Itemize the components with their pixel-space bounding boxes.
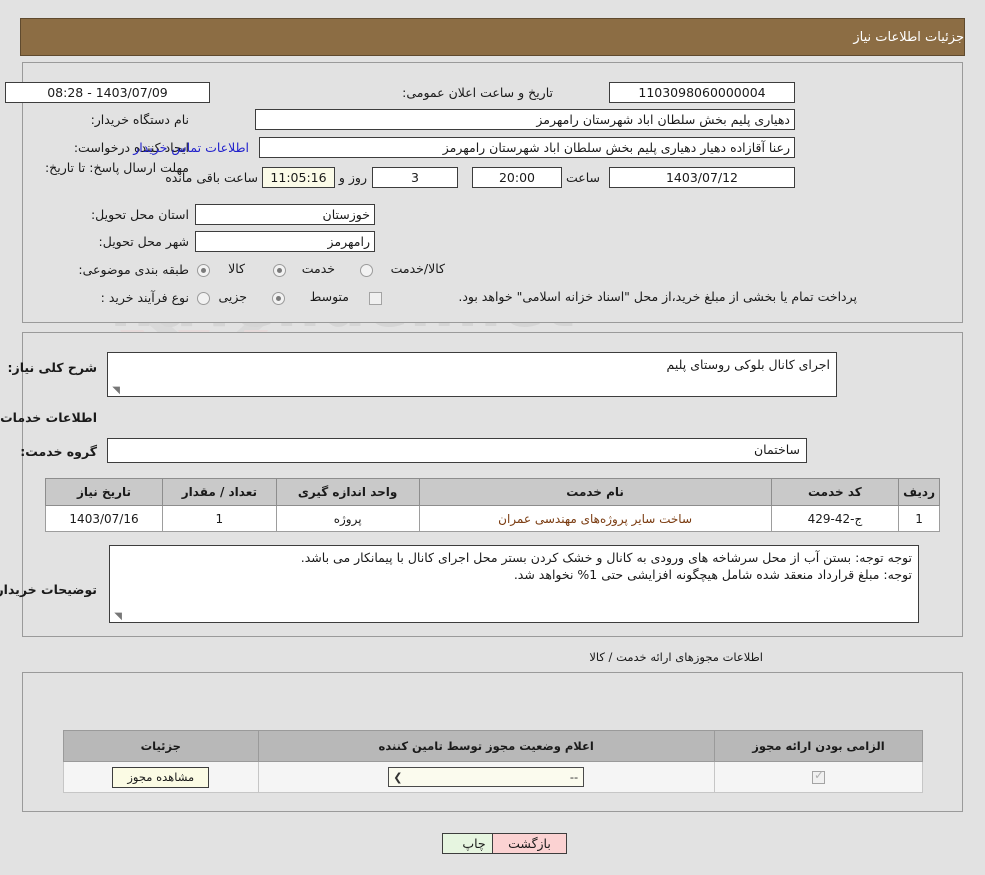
th-date: تاریخ نیاز — [46, 479, 163, 506]
th-unit: واحد اندازه گیری — [276, 479, 419, 506]
th-row: ردیف — [899, 479, 940, 506]
buyer-notes-textarea[interactable]: توجه توجه: بستن آب از محل سرشاخه های ورو… — [109, 545, 919, 623]
need-description-label: شرح کلی نیاز: — [8, 360, 97, 375]
buyer-notes-line-1: توجه توجه: بستن آب از محل سرشاخه های ورو… — [116, 549, 912, 566]
license-required-checkbox — [812, 771, 825, 784]
delivery-province-label: استان محل تحویل: — [91, 207, 189, 222]
remaining-days-label: روز و — [339, 170, 367, 185]
need-description-textarea[interactable]: اجرای کانال بلوکی روستای پلیم ◥ — [107, 352, 837, 397]
back-button[interactable]: بازگشت — [492, 833, 567, 854]
deadline-date-value: 1403/07/12 — [609, 167, 795, 188]
radio-category-khedmat[interactable] — [273, 264, 286, 277]
th-license-status: اعلام وضعیت مجوز توسط تامین کننده — [258, 731, 714, 762]
announce-value: 1403/07/09 - 08:28 — [5, 82, 210, 103]
deadline-hour-label: ساعت — [566, 170, 600, 185]
td-date: 1403/07/16 — [46, 506, 163, 532]
td-unit: پروژه — [276, 506, 419, 532]
th-license-required: الزامی بودن ارائه مجوز — [714, 731, 922, 762]
buyer-notes-label: توضیحات خریدار: — [0, 582, 97, 597]
td-name: ساخت سایر پروژه‌های مهندسی عمران — [419, 506, 771, 532]
purchase-process-label: نوع فرآیند خرید : — [101, 290, 189, 305]
td-code: ج-42-429 — [771, 506, 898, 532]
window-title-bar: جزئیات اطلاعات نیاز — [20, 18, 965, 56]
remaining-time-value: 11:05:16 — [262, 167, 335, 188]
need-description-value: اجرای کانال بلوکی روستای پلیم — [667, 357, 830, 372]
deadline-hour-value: 20:00 — [472, 167, 562, 188]
subject-category-label: طبقه بندی موضوعی: — [78, 262, 189, 277]
th-license-details: جزئیات — [64, 731, 259, 762]
services-table: ردیف کد خدمت نام خدمت واحد اندازه گیری ت… — [45, 478, 940, 532]
chevron-down-icon: ❯ — [393, 769, 402, 787]
radio-category-khedmat-label: خدمت — [302, 261, 335, 276]
buyer-org-label: نام دستگاه خریدار: — [91, 112, 189, 127]
resize-grip-icon[interactable]: ◥ — [111, 386, 120, 395]
radio-process-motavaset[interactable] — [272, 292, 285, 305]
need-number-value: 1103098060000004 — [609, 82, 795, 103]
page-title: جزئیات اطلاعات نیاز — [853, 30, 964, 45]
services-section-heading: اطلاعات خدمات مورد نیاز — [0, 410, 97, 425]
licenses-table-header-row: الزامی بودن ارائه مجوز اعلام وضعیت مجوز … — [64, 731, 923, 762]
resize-grip-icon[interactable]: ◥ — [113, 612, 122, 621]
th-qty: تعداد / مقدار — [163, 479, 277, 506]
buyer-contact-link[interactable]: اطلاعات تماس خریدار — [133, 140, 249, 155]
table-row: 1 ج-42-429 ساخت سایر پروژه‌های مهندسی عم… — [46, 506, 940, 532]
remaining-suffix-label: ساعت باقی مانده — [165, 170, 258, 185]
services-table-header-row: ردیف کد خدمت نام خدمت واحد اندازه گیری ت… — [46, 479, 940, 506]
license-status-value: -- — [570, 770, 578, 784]
license-status-select[interactable]: ❯ -- — [388, 767, 584, 787]
announce-label: تاریخ و ساعت اعلان عمومی: — [402, 85, 553, 100]
delivery-city-label: شهر محل تحویل: — [99, 234, 189, 249]
td-license-details: مشاهده مجوز — [64, 762, 259, 793]
delivery-city-value: رامهرمز — [195, 231, 375, 252]
buyer-org-value: دهیاری پلیم بخش سلطان اباد شهرستان رامهر… — [255, 109, 795, 130]
licenses-section-note: اطلاعات مجوزهای ارائه خدمت / کالا — [589, 650, 763, 664]
radio-process-motavaset-label: متوسط — [310, 289, 349, 304]
delivery-province-value: خوزستان — [195, 204, 375, 225]
td-row: 1 — [899, 506, 940, 532]
checkbox-treasury-bonds[interactable] — [369, 292, 382, 305]
service-group-label: گروه خدمت: — [20, 444, 97, 459]
td-qty: 1 — [163, 506, 277, 532]
page-root: naTender.net جزئیات اطلاعات نیاز شماره ن… — [0, 0, 985, 875]
radio-process-jozei-label: جزیی — [218, 289, 247, 304]
th-code: کد خدمت — [771, 479, 898, 506]
buyer-notes-line-2: توجه: مبلغ قرارداد منعقد شده شامل هیچگون… — [116, 566, 912, 583]
licenses-table: الزامی بودن ارائه مجوز اعلام وضعیت مجوز … — [63, 730, 923, 793]
td-license-required — [714, 762, 922, 793]
treasury-bonds-text: پرداخت تمام یا بخشی از مبلغ خرید،از محل … — [458, 289, 857, 304]
th-name: نام خدمت — [419, 479, 771, 506]
td-license-status: ❯ -- — [258, 762, 714, 793]
service-group-value: ساختمان — [754, 442, 800, 457]
view-license-button[interactable]: مشاهده مجوز — [112, 767, 209, 788]
table-row: ❯ -- مشاهده مجوز — [64, 762, 923, 793]
radio-category-kala-khedmat-label: کالا/خدمت — [391, 261, 445, 276]
remaining-days-value: 3 — [372, 167, 458, 188]
radio-category-kala[interactable] — [197, 264, 210, 277]
request-creator-value: رعنا آقازاده دهیار دهیاری پلیم بخش سلطان… — [259, 137, 795, 158]
service-group-field[interactable]: ساختمان — [107, 438, 807, 463]
radio-category-kala-label: کالا — [228, 261, 245, 276]
radio-process-jozei[interactable] — [197, 292, 210, 305]
radio-category-kala-khedmat[interactable] — [360, 264, 373, 277]
